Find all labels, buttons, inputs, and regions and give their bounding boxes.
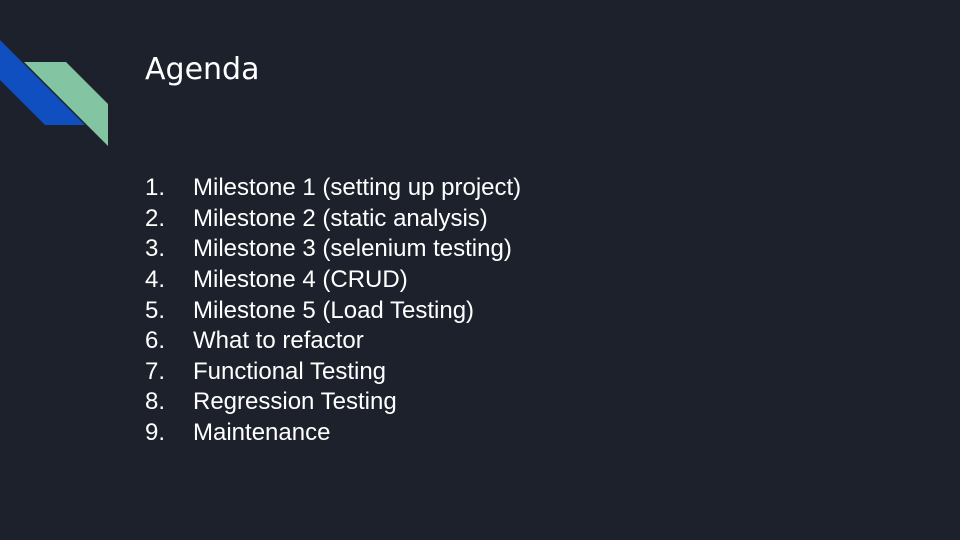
slide: Agenda 1. Milestone 1 (setting up projec… [0, 0, 960, 540]
agenda-item: 6. What to refactor [145, 326, 521, 357]
agenda-item-number: 3. [145, 235, 166, 263]
agenda-item-number: 8. [145, 388, 166, 416]
agenda-item: 7. Functional Testing [145, 357, 521, 388]
agenda-item-text: Maintenance [193, 419, 331, 447]
agenda-item: 5. Milestone 5 (Load Testing) [145, 295, 521, 326]
agenda-item-number: 9. [145, 419, 166, 447]
agenda-item-number: 7. [145, 357, 166, 385]
agenda-item: 2. Milestone 2 (static analysis) [145, 204, 521, 235]
agenda-item: 1. Milestone 1 (setting up project) [145, 173, 521, 204]
agenda-item-text: Milestone 4 (CRUD) [193, 266, 408, 294]
agenda-item-number: 6. [145, 327, 166, 355]
agenda-item-number: 5. [145, 296, 166, 324]
agenda-item-text: Milestone 1 (setting up project) [193, 174, 522, 202]
agenda-item-text: Milestone 3 (selenium testing) [193, 235, 512, 263]
slide-title: Agenda [145, 52, 260, 87]
agenda-item-number: 2. [145, 204, 166, 232]
agenda-item: 8. Regression Testing [145, 387, 521, 418]
agenda-item: 9. Maintenance [145, 418, 521, 449]
agenda-item-text: Milestone 5 (Load Testing) [193, 296, 475, 324]
agenda-item: 4. Milestone 4 (CRUD) [145, 265, 521, 296]
agenda-item-text: What to refactor [193, 327, 364, 355]
agenda-item-number: 1. [145, 174, 166, 202]
agenda-list: 1. Milestone 1 (setting up project) 2. M… [145, 173, 521, 448]
agenda-item-text: Regression Testing [193, 388, 397, 416]
agenda-item-number: 4. [145, 266, 166, 294]
agenda-item-text: Functional Testing [193, 357, 387, 385]
agenda-item: 3. Milestone 3 (selenium testing) [145, 234, 521, 265]
corner-stripe-decoration [0, 40, 108, 146]
agenda-item-text: Milestone 2 (static analysis) [193, 204, 488, 232]
